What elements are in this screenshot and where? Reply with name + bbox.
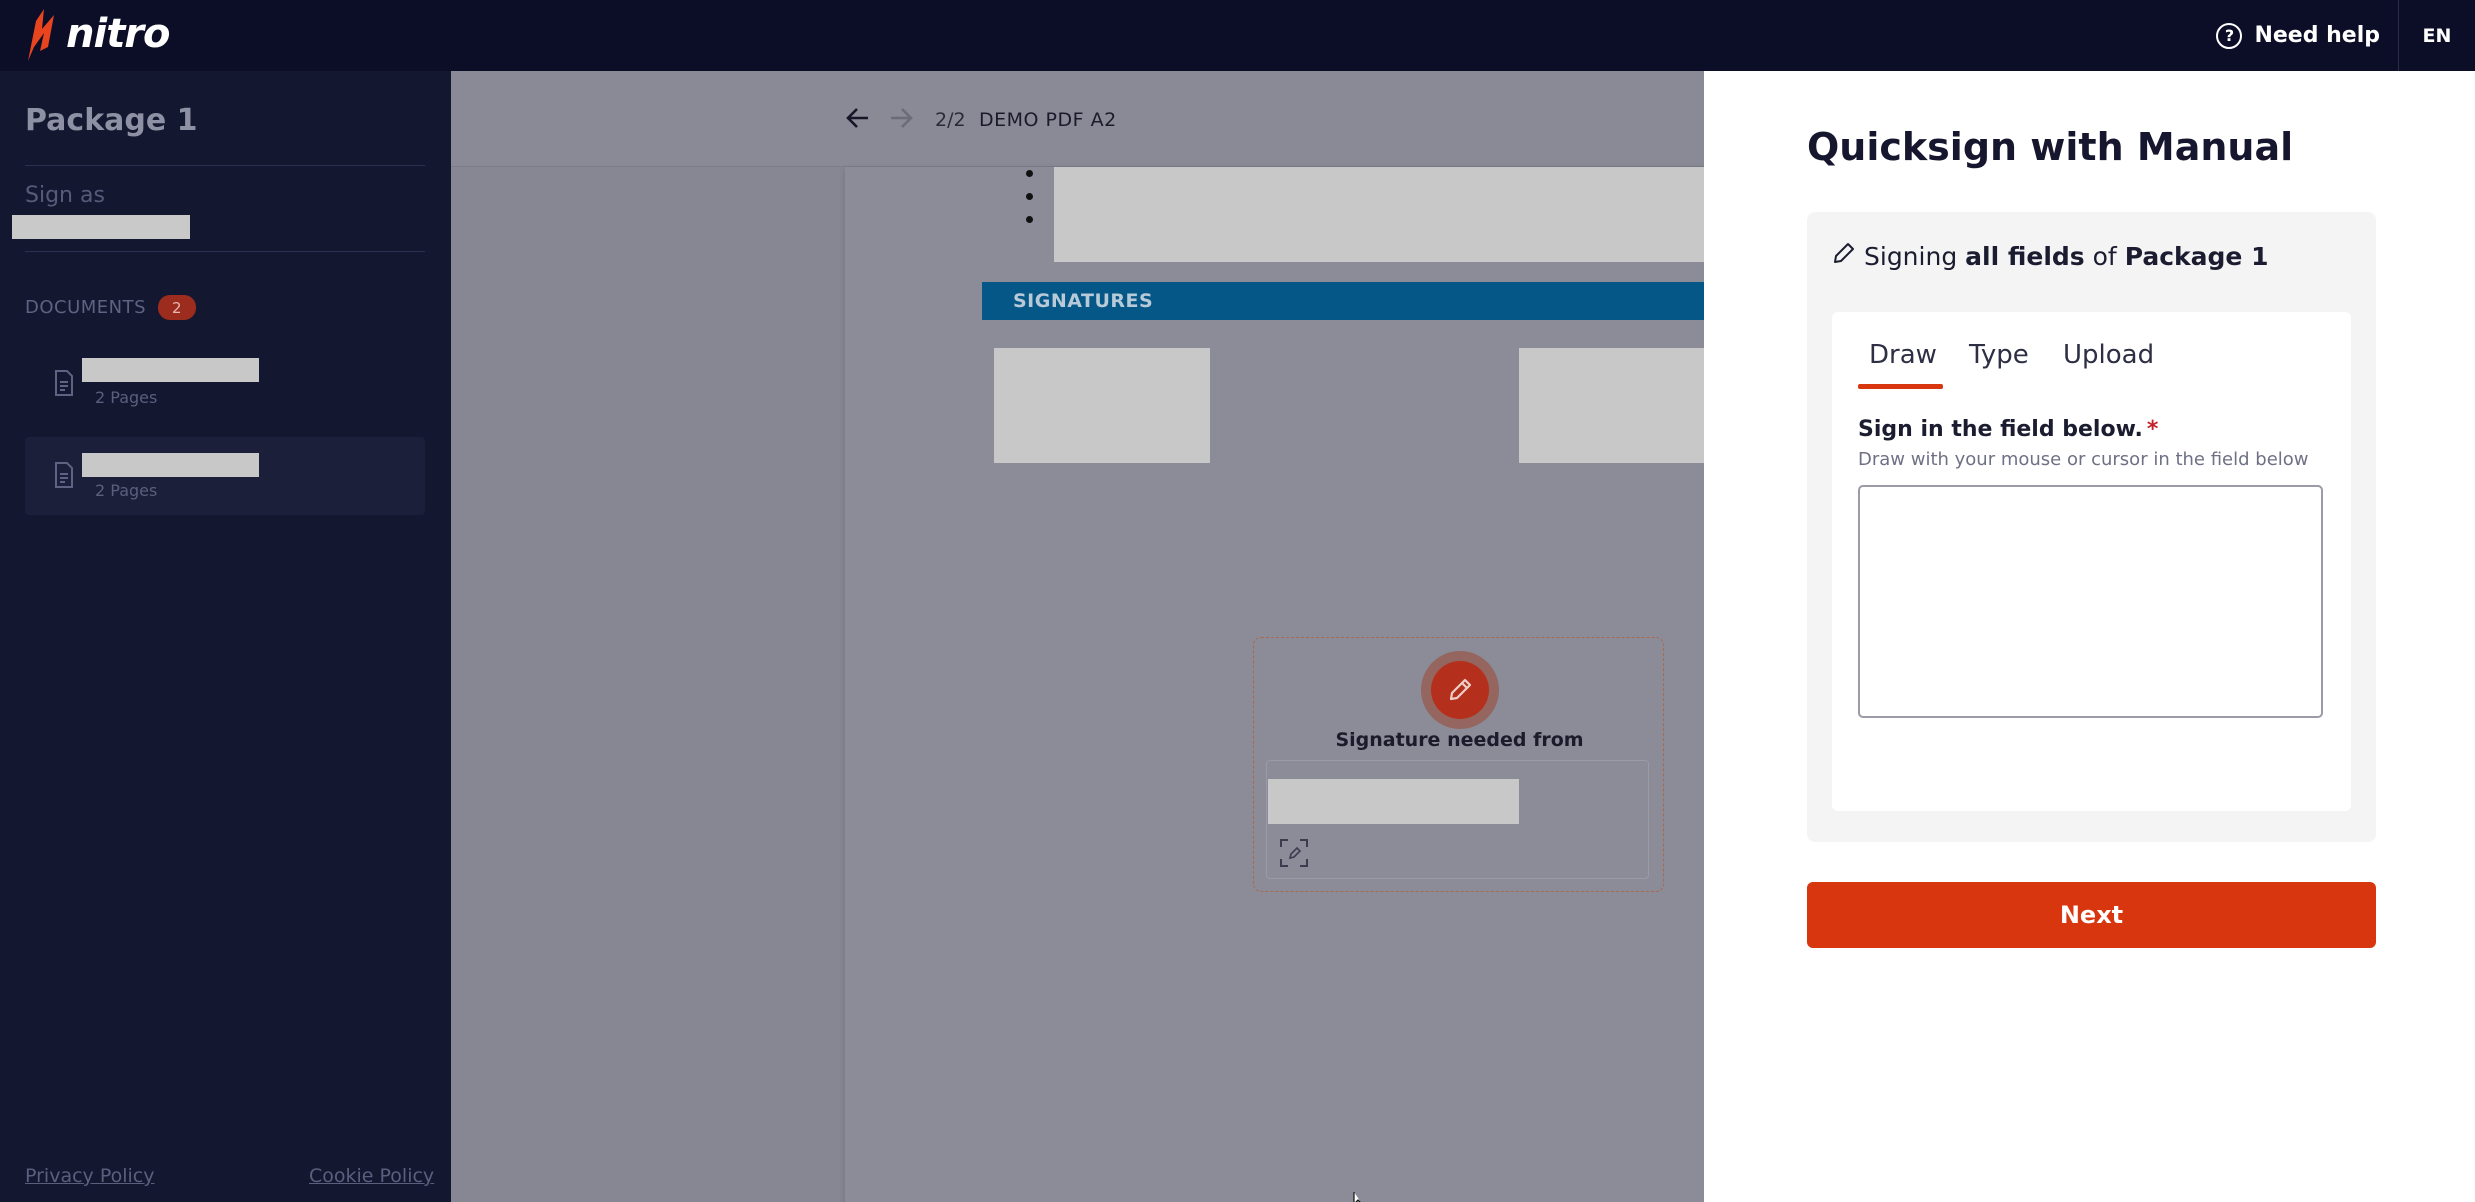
- signing-scope-line: Signing all fields of Package 1: [1832, 242, 2268, 271]
- nitro-logo-icon: [28, 9, 54, 61]
- privacy-policy-link[interactable]: Privacy Policy: [25, 1165, 154, 1187]
- signature-draw-canvas[interactable]: [1858, 485, 2323, 718]
- page-indicator: 2/2: [935, 109, 966, 131]
- field-label: Sign in the field below. *: [1858, 417, 2158, 442]
- package-title: Package 1: [25, 103, 198, 138]
- bullet: [1026, 193, 1033, 200]
- tab-draw[interactable]: Draw: [1869, 340, 1937, 370]
- signer-box: [1266, 760, 1649, 879]
- signer-name-redacted: [1268, 779, 1519, 824]
- documents-header: DOCUMENTS 2: [25, 295, 197, 320]
- divider: [25, 251, 425, 252]
- signature-input-card: Draw Type Upload Sign in the field below…: [1832, 312, 2351, 811]
- pencil-icon: [1834, 242, 1854, 263]
- signature-field[interactable]: Signature needed from: [1253, 637, 1664, 892]
- documents-label: DOCUMENTS: [25, 297, 147, 318]
- need-help-button[interactable]: ? Need help: [2216, 0, 2380, 71]
- pencil-icon: [1449, 678, 1472, 701]
- document-name-redacted: [82, 358, 259, 382]
- viewer-toolbar: 2/2 DEMO PDF A2: [451, 71, 1704, 167]
- required-marker: *: [2146, 417, 2159, 442]
- nitro-logo[interactable]: nitro: [22, 4, 171, 64]
- document-pages: 2 Pages: [95, 481, 158, 500]
- divider: [25, 165, 425, 166]
- arrow-right-icon[interactable]: [889, 107, 913, 129]
- redacted-signature-block: [994, 348, 1210, 463]
- language-selector[interactable]: EN: [2398, 0, 2475, 71]
- signer-name-redacted: [12, 215, 190, 239]
- sign-as-label: Sign as: [25, 183, 105, 208]
- sidebar: Package 1 Sign as DOCUMENTS 2 2 Pages 2 …: [0, 71, 451, 1202]
- redacted-signature-block: [1519, 348, 1704, 463]
- field-label-text: Sign in the field below.: [1858, 417, 2143, 442]
- top-bar: nitro ? Need help EN: [0, 0, 2475, 71]
- documents-count-badge: 2: [158, 295, 197, 320]
- document-pages: 2 Pages: [95, 388, 158, 407]
- signing-of: of: [2084, 242, 2125, 271]
- signing-package: Package 1: [2124, 242, 2269, 271]
- signature-scan-icon: [1280, 839, 1308, 867]
- document-viewer: 2/2 DEMO PDF A2 SIGNATURES Signature nee…: [451, 71, 1704, 1202]
- signing-card: Signing all fields of Package 1 Draw Typ…: [1807, 212, 2376, 842]
- field-help-text: Draw with your mouse or cursor in the fi…: [1858, 449, 2309, 470]
- brand-name: nitro: [66, 11, 171, 57]
- signing-scope: all fields: [1965, 242, 2085, 271]
- quicksign-panel: Quicksign with Manual Signing all fields…: [1704, 71, 2475, 1202]
- signature-needed-label: Signature needed from: [1335, 729, 1584, 751]
- next-button[interactable]: Next: [1807, 882, 2376, 948]
- arrow-left-icon[interactable]: [846, 107, 870, 129]
- mouse-cursor-icon: [1353, 1192, 1361, 1202]
- document-icon: [55, 462, 73, 488]
- document-name-redacted: [82, 453, 259, 477]
- question-circle-icon: ?: [2216, 22, 2243, 49]
- document-item-selected[interactable]: 2 Pages: [25, 437, 425, 515]
- active-tab-indicator: [1858, 384, 1943, 389]
- need-help-label: Need help: [2254, 23, 2380, 48]
- signatures-section-header: SIGNATURES: [982, 282, 1704, 320]
- cookie-policy-link[interactable]: Cookie Policy: [309, 1165, 434, 1187]
- panel-title: Quicksign with Manual: [1807, 125, 2294, 169]
- tab-type[interactable]: Type: [1969, 340, 2029, 370]
- redacted-content: [1054, 167, 1704, 262]
- document-icon: [55, 370, 73, 396]
- tab-upload[interactable]: Upload: [2063, 340, 2154, 370]
- document-title: DEMO PDF A2: [979, 109, 1117, 131]
- bullet: [1026, 170, 1033, 177]
- document-item[interactable]: 2 Pages: [25, 344, 425, 422]
- signature-pencil-badge: [1421, 651, 1499, 729]
- signing-prefix: Signing: [1864, 242, 1966, 271]
- bullet: [1026, 216, 1033, 223]
